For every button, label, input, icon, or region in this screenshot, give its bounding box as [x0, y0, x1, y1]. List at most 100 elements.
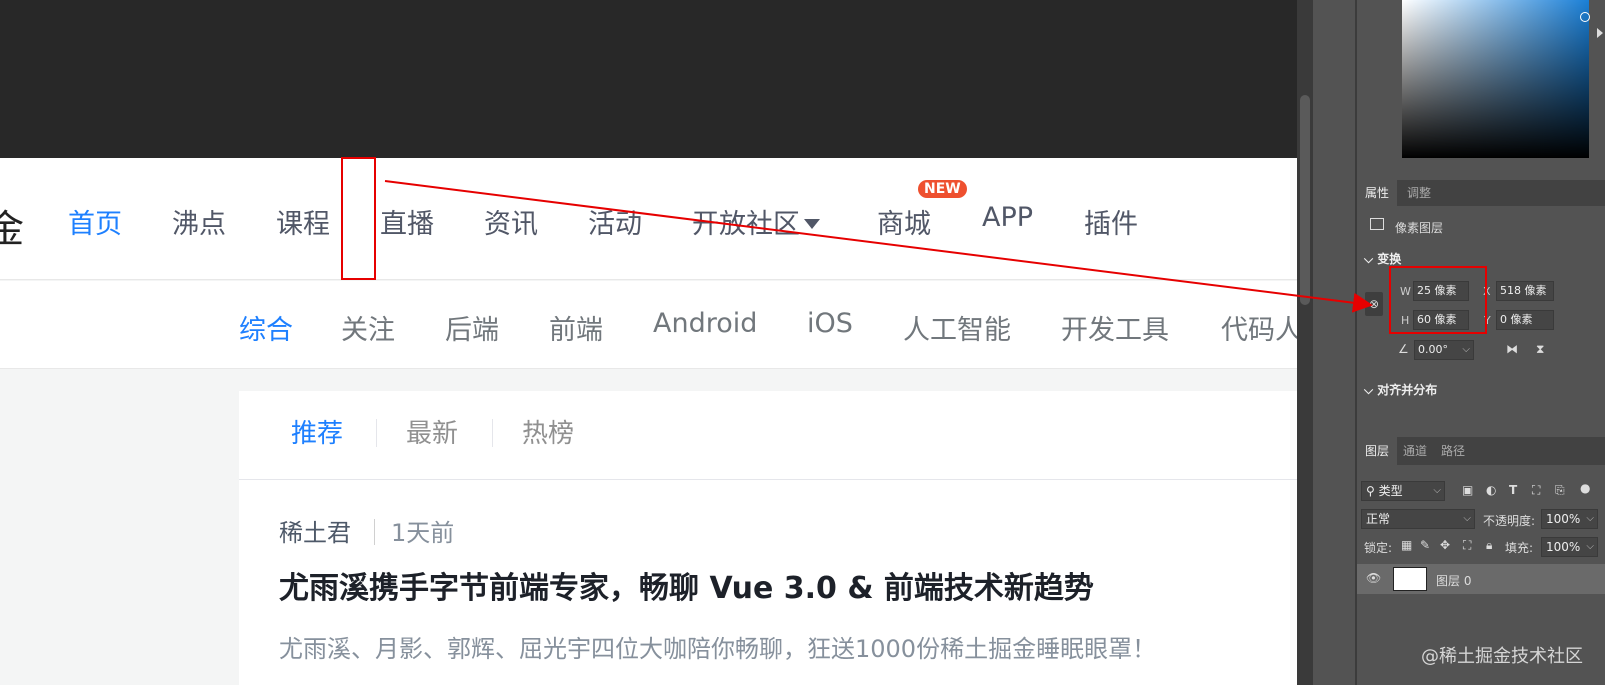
align-title: 对齐并分布 — [1377, 383, 1438, 397]
scroll-thumb[interactable] — [1300, 95, 1310, 305]
blend-mode-value: 正常 — [1366, 512, 1391, 526]
cat-all[interactable]: 综合 — [239, 308, 293, 347]
annotation-selection-rect — [341, 157, 376, 280]
properties-tabbar: 属性 调整 — [1357, 180, 1605, 206]
nav-live[interactable]: 直播 — [380, 202, 434, 241]
shape-filter-icon[interactable]: ⛶ — [1532, 483, 1540, 498]
transform-title: 变换 — [1377, 252, 1402, 266]
chevron-down-icon: ⌵ — [1364, 383, 1378, 397]
opacity-field[interactable]: 100% ⌵ — [1541, 509, 1598, 529]
caret-down-icon — [804, 218, 820, 229]
feed-tab-divider — [492, 419, 493, 447]
lock-artboard-icon[interactable]: ⛶ — [1463, 538, 1471, 553]
adjustment-filter-icon[interactable]: ◐ — [1486, 483, 1496, 497]
nav-news[interactable]: 资讯 — [484, 202, 538, 241]
x-field[interactable]: 518 像素 — [1496, 281, 1554, 301]
angle-value: 0.00° — [1418, 343, 1448, 356]
cat-android[interactable]: Android — [653, 308, 757, 339]
cat-ai[interactable]: 人工智能 — [903, 308, 1011, 347]
watermark: @稀土掘金技术社区 — [1421, 646, 1583, 667]
layer-name[interactable]: 图层 0 — [1436, 572, 1471, 589]
cat-coder[interactable]: 代码人 — [1221, 308, 1297, 347]
lock-label: 锁定: — [1364, 541, 1393, 555]
lock-all-icon[interactable]: 🔒︎ — [1486, 538, 1492, 553]
text-filter-icon[interactable]: T — [1509, 483, 1517, 497]
screenshot-root: 金 首页 沸点 课程 直播 资讯 活动 开放社区 NEW 商城 APP 插件 综… — [0, 0, 1605, 685]
nav-courses[interactable]: 课程 — [276, 202, 330, 241]
annotation-highlight-box — [1389, 266, 1487, 334]
tab-layers[interactable]: 图层 — [1357, 437, 1398, 465]
logo-fragment: 金 — [0, 207, 25, 251]
filter-select-value: 类型 — [1378, 484, 1403, 498]
nav-shop[interactable]: 商城 — [877, 202, 931, 241]
cat-backend[interactable]: 后端 — [445, 308, 499, 347]
blend-mode-select[interactable]: 正常 ⌵ — [1361, 509, 1475, 529]
opacity-value: 100% — [1546, 512, 1581, 526]
flip-h-icon[interactable]: ⧓ — [1506, 342, 1518, 356]
article-time: 1天前 — [391, 519, 455, 547]
link-icon[interactable]: ⊗ — [1365, 292, 1383, 316]
layer-kind-label: 像素图层 — [1395, 221, 1444, 235]
flip-v-icon[interactable]: ⧗ — [1536, 342, 1544, 357]
article-title[interactable]: 尤雨溪携手字节前端专家，畅聊 Vue 3.0 & 前端技术新趋势 — [279, 563, 1094, 607]
align-section-title[interactable]: ⌵ 对齐并分布 — [1364, 381, 1437, 398]
fill-field[interactable]: 100% ⌵ — [1541, 537, 1598, 557]
tab-adjustments[interactable]: 调整 — [1399, 180, 1439, 206]
chevron-down-icon: ⌵ — [1433, 485, 1441, 496]
canvas-scrollbar[interactable] — [1297, 0, 1313, 685]
filter-toggle-icon[interactable]: ● — [1580, 481, 1590, 495]
color-picker-field[interactable] — [1402, 0, 1589, 158]
chevron-down-icon: ⌵ — [1462, 344, 1470, 355]
chevron-down-icon: ⌵ — [1586, 513, 1594, 524]
tab-properties[interactable]: 属性 — [1357, 180, 1398, 206]
nav-plugins[interactable]: 插件 — [1084, 202, 1138, 241]
juejin-webpage: 金 首页 沸点 课程 直播 资讯 活动 开放社区 NEW 商城 APP 插件 综… — [0, 158, 1297, 685]
cat-following[interactable]: 关注 — [341, 308, 395, 347]
chevron-down-icon: ⌵ — [1463, 513, 1471, 524]
angle-icon: ∠ — [1398, 342, 1409, 356]
layer-filter-select[interactable]: ⚲ 类型 ⌵ — [1361, 481, 1445, 501]
nav-open-community-label: 开放社区 — [692, 209, 800, 240]
article-author[interactable]: 稀土君 — [279, 513, 351, 548]
layer-thumbnail[interactable] — [1393, 567, 1427, 591]
nav-open-community[interactable]: 开放社区 — [692, 202, 820, 241]
fill-value: 100% — [1546, 540, 1581, 554]
meta-divider — [374, 519, 375, 545]
smart-object-filter-icon[interactable]: ⎘ — [1555, 483, 1565, 498]
ps-canvas[interactable]: 金 首页 沸点 课程 直播 资讯 活动 开放社区 NEW 商城 APP 插件 综… — [0, 0, 1297, 685]
y-field[interactable]: 0 像素 — [1496, 310, 1554, 330]
nav-app[interactable]: APP — [982, 202, 1033, 233]
cat-ios[interactable]: iOS — [807, 308, 853, 339]
tab-channels[interactable]: 通道 — [1395, 437, 1435, 465]
nav-pins[interactable]: 沸点 — [172, 202, 226, 241]
transform-section-title[interactable]: ⌵ 变换 — [1364, 250, 1401, 267]
color-picker-cursor[interactable] — [1580, 12, 1590, 22]
nav-events[interactable]: 活动 — [588, 202, 642, 241]
feed-tab-recommended[interactable]: 推荐 — [291, 413, 343, 450]
hue-slider-arrow-icon[interactable] — [1597, 28, 1603, 38]
article-abstract[interactable]: 尤雨溪、月影、郭辉、屈光宇四位大咖陪你畅聊，狂送1000份稀土掘金睡眠眼罩！ — [279, 629, 1156, 664]
chevron-down-icon: ⌵ — [1586, 541, 1594, 552]
feed-tab-latest[interactable]: 最新 — [406, 413, 458, 450]
nav-home[interactable]: 首页 — [68, 202, 122, 241]
tab-paths[interactable]: 路径 — [1433, 437, 1473, 465]
angle-field[interactable]: 0.00° ⌵ — [1414, 340, 1474, 360]
opacity-label: 不透明度: — [1483, 514, 1536, 528]
cat-frontend[interactable]: 前端 — [549, 308, 603, 347]
chevron-down-icon: ⌵ — [1364, 252, 1378, 266]
category-nav: 综合 关注 后端 前端 Android iOS 人工智能 开发工具 代码人 — [0, 281, 1297, 369]
feed-tab-divider — [376, 419, 377, 447]
lock-transparent-icon[interactable]: ▦ — [1401, 538, 1412, 552]
feed-divider — [239, 479, 1297, 480]
search-icon: ⚲ — [1366, 484, 1379, 498]
new-badge: NEW — [918, 180, 967, 198]
lock-position-icon[interactable]: ✥ — [1440, 538, 1450, 552]
layers-tabbar: 图层 通道 路径 — [1357, 437, 1605, 465]
top-nav: 金 首页 沸点 课程 直播 资讯 活动 开放社区 NEW 商城 APP 插件 — [0, 158, 1297, 280]
fill-label: 填充: — [1505, 541, 1534, 555]
feed-tab-hot[interactable]: 热榜 — [522, 413, 574, 450]
lock-pixels-icon[interactable]: ✎ — [1420, 538, 1430, 552]
eye-icon[interactable]: 👁︎ — [1366, 571, 1381, 585]
cat-devtools[interactable]: 开发工具 — [1061, 308, 1169, 347]
image-filter-icon[interactable]: ▣ — [1462, 483, 1473, 497]
